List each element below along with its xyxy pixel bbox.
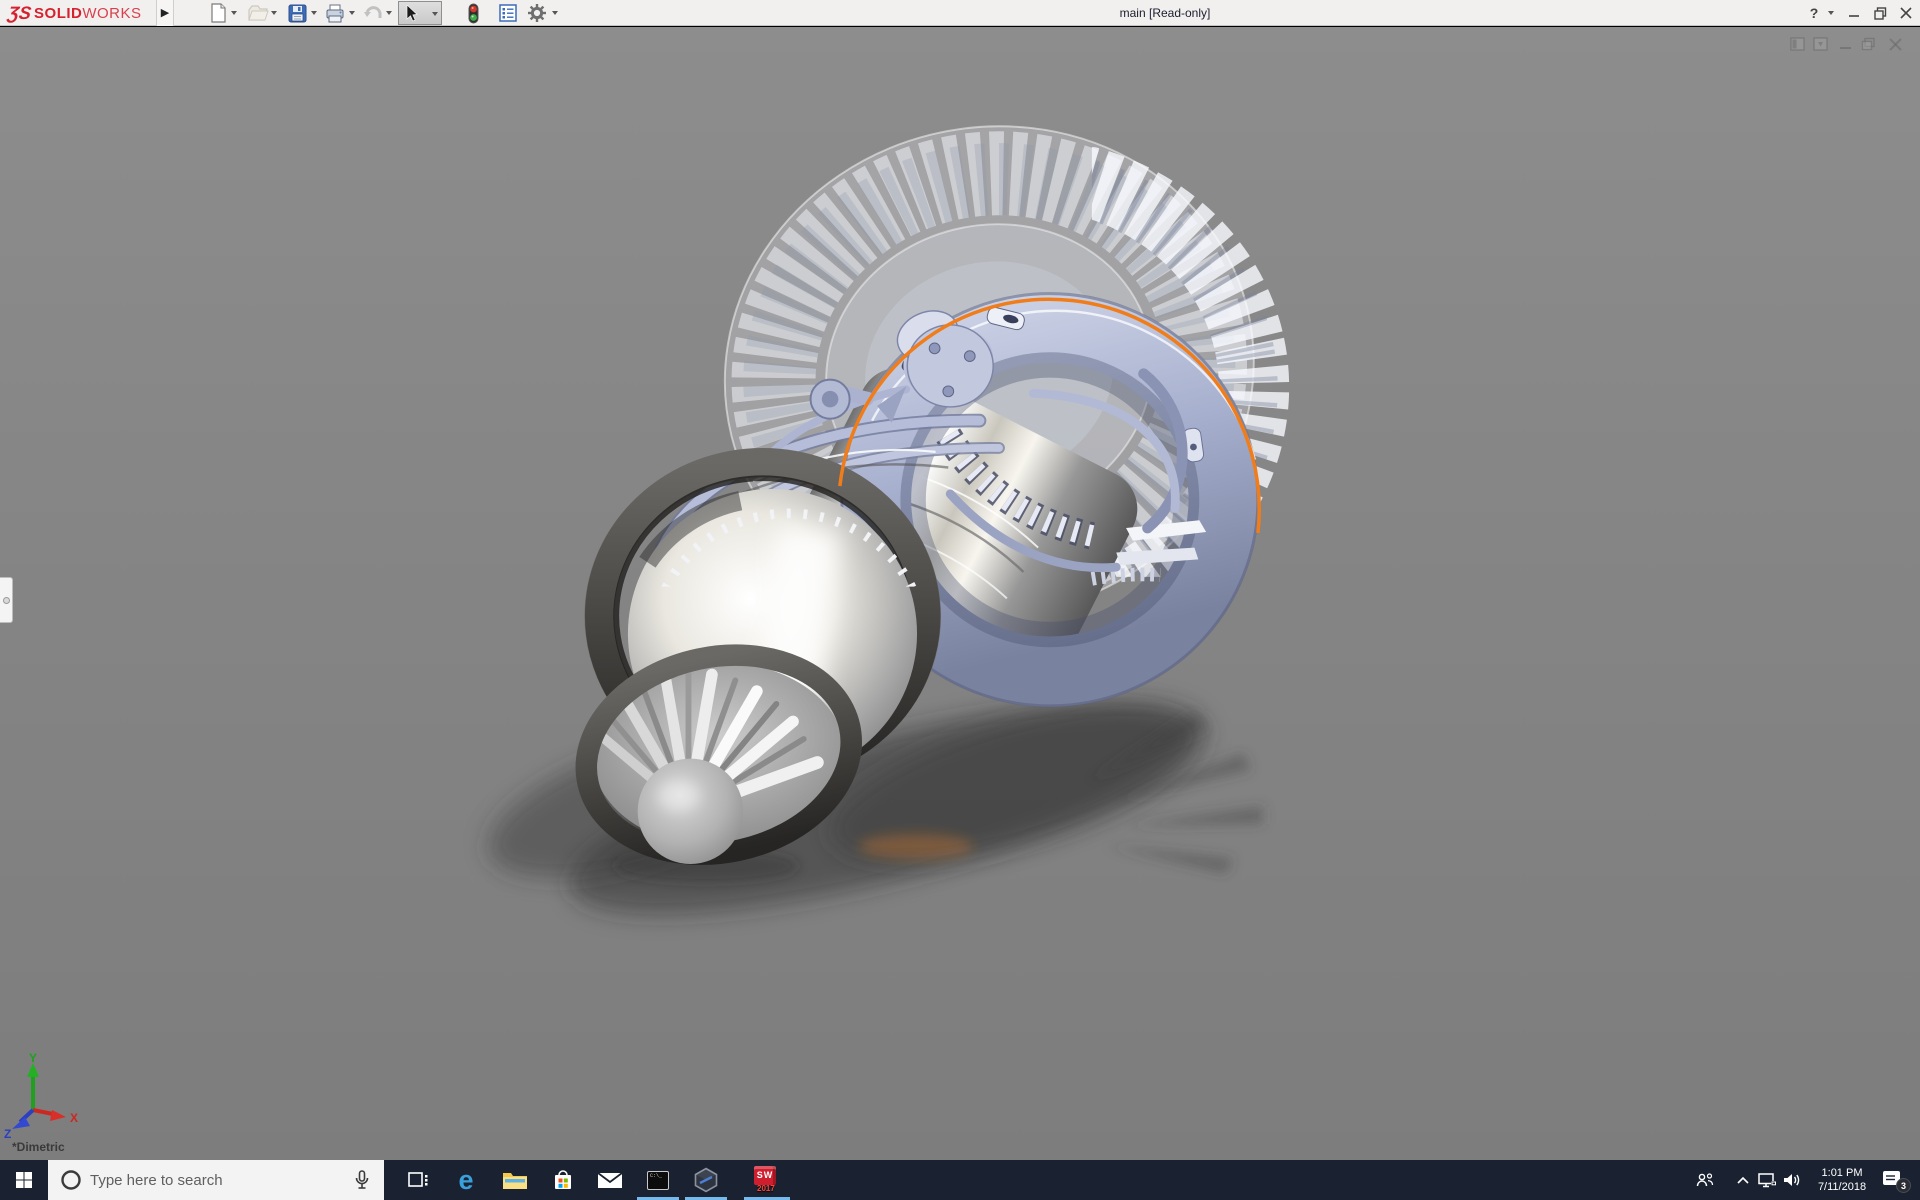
task-view-icon <box>408 1172 428 1187</box>
undo-caret[interactable] <box>386 11 392 15</box>
undo-button[interactable] <box>361 1 385 25</box>
help-caret[interactable] <box>1828 11 1834 15</box>
options-caret[interactable] <box>552 11 558 15</box>
select-cursor-icon <box>406 5 418 22</box>
edge-button[interactable]: e <box>444 1160 488 1200</box>
panel-expand-icon <box>3 597 10 604</box>
menu-flyout-button[interactable]: ▶ <box>156 0 174 26</box>
network-tray-button[interactable] <box>1754 1160 1780 1200</box>
store-button[interactable] <box>541 1160 585 1200</box>
taskbar-search[interactable] <box>48 1160 384 1200</box>
file-explorer-button[interactable] <box>493 1160 537 1200</box>
people-icon <box>1696 1173 1714 1187</box>
help-button[interactable]: ? <box>1804 0 1824 26</box>
brand-works: WORKS <box>82 4 142 22</box>
triad-x-label: X <box>70 1111 78 1125</box>
open-button[interactable] <box>246 1 270 25</box>
graphics-viewport[interactable]: Y X Z *Dimetric <box>0 27 1920 1160</box>
print-icon <box>326 4 344 22</box>
solidworks-app-icon: SW 2017 <box>751 1164 781 1196</box>
select-tool-button[interactable] <box>398 1 442 25</box>
display-settings-button[interactable] <box>496 1 520 25</box>
restore-button[interactable] <box>1868 0 1892 26</box>
restore-icon <box>1873 6 1886 20</box>
mail-button[interactable] <box>588 1160 632 1200</box>
select-caret[interactable] <box>432 12 438 16</box>
doc-close-button[interactable] <box>1888 37 1905 53</box>
doc-minimize-button[interactable] <box>1838 37 1855 53</box>
volume-tray-button[interactable] <box>1779 1160 1805 1200</box>
tray-time: 1:01 PM <box>1821 1167 1863 1179</box>
start-button[interactable] <box>0 1160 48 1200</box>
tray-overflow-button[interactable] <box>1730 1160 1756 1200</box>
new-document-button[interactable] <box>206 1 230 25</box>
save-button[interactable] <box>285 1 309 25</box>
file-explorer-icon <box>503 1173 527 1189</box>
chevron-up-icon <box>1737 1176 1749 1184</box>
triad-y-label: Y <box>29 1051 37 1065</box>
appearance-button[interactable] <box>461 1 485 25</box>
microphone-icon[interactable] <box>354 1170 370 1190</box>
store-icon <box>555 1170 571 1189</box>
cortana-icon <box>61 1170 81 1190</box>
new-caret[interactable] <box>231 11 237 15</box>
doc-pane-right-button[interactable] <box>1813 37 1830 53</box>
solidworks-mark-icon: ƷS <box>6 2 33 23</box>
orientation-triad: Y X Z <box>4 1051 78 1138</box>
windows-logo-icon <box>16 1172 32 1188</box>
people-tray-button[interactable] <box>1692 1160 1718 1200</box>
tray-date: 7/11/2018 <box>1817 1181 1867 1193</box>
titlebar: ƷS SOLID WORKS ▶ main [Read-only] ? <box>0 0 1920 26</box>
undo-icon <box>364 6 382 18</box>
doc-pane-left-button[interactable] <box>1790 37 1807 53</box>
close-button[interactable] <box>1894 0 1918 26</box>
open-caret[interactable] <box>271 11 277 15</box>
command-prompt-icon: C:\_ <box>647 1170 669 1190</box>
notification-badge: 3 <box>1896 1178 1911 1193</box>
display-settings-icon <box>499 4 517 22</box>
speaker-icon <box>1784 1174 1800 1186</box>
open-folder-icon <box>248 5 269 21</box>
minimize-icon <box>1849 15 1859 17</box>
network-icon <box>1758 1173 1776 1188</box>
save-caret[interactable] <box>311 11 317 15</box>
doc-restore-button[interactable] <box>1861 37 1878 53</box>
window-title: main [Read-only] <box>1119 6 1211 20</box>
triad-z-label: Z <box>4 1127 11 1138</box>
new-document-icon <box>211 3 226 23</box>
windows-taskbar: e C:\_ SW 2017 <box>0 1160 1920 1200</box>
search-input[interactable] <box>90 1171 330 1189</box>
command-prompt-button[interactable]: C:\_ <box>636 1160 680 1200</box>
action-center-button[interactable]: 3 <box>1880 1160 1916 1200</box>
print-caret[interactable] <box>349 11 355 15</box>
appearance-stoplight-icon <box>468 3 478 23</box>
save-icon <box>288 4 306 22</box>
mail-icon <box>597 1172 623 1188</box>
jet-engine-model[interactable] <box>0 27 1920 1160</box>
solidworks-app-button[interactable]: SW 2017 <box>742 1160 790 1200</box>
task-view-button[interactable] <box>396 1160 440 1200</box>
exhaust-hub <box>637 758 744 865</box>
feature-panel-collapsed-tab[interactable] <box>0 577 13 623</box>
options-button[interactable] <box>525 1 549 25</box>
solidworks-year-badge: 2017 <box>757 1184 775 1193</box>
view-orientation-label: *Dimetric <box>12 1140 65 1154</box>
solidworks-logo: ƷS SOLID WORKS <box>6 2 142 24</box>
hexagon-app-button[interactable] <box>684 1160 728 1200</box>
close-icon <box>1900 7 1912 19</box>
edge-icon: e <box>458 1164 474 1195</box>
gear-icon <box>528 4 546 22</box>
brand-solid: SOLID <box>34 4 83 22</box>
tray-clock[interactable]: 1:01 PM 7/11/2018 <box>1806 1166 1878 1194</box>
minimize-button[interactable] <box>1842 0 1866 26</box>
print-button[interactable] <box>323 1 347 25</box>
hexagon-app-icon <box>694 1167 718 1193</box>
